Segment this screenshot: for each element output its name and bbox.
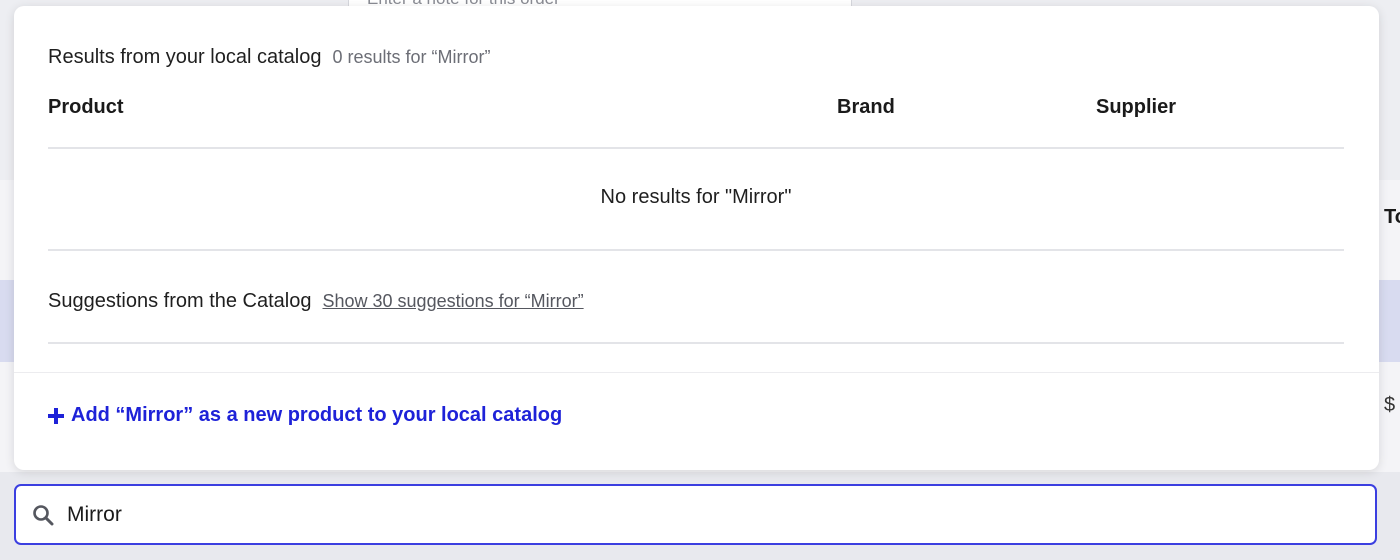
local-results-count: 0 results for “Mirror” xyxy=(332,47,491,67)
empty-results-message: No results for "Mirror" xyxy=(600,186,792,208)
price-fragment: $ xyxy=(1384,394,1396,416)
order-page: Enter a note for this order To $ Results… xyxy=(0,0,1400,560)
column-header-supplier: Supplier xyxy=(1096,96,1177,118)
column-header-brand: Brand xyxy=(837,96,895,118)
results-divider xyxy=(48,249,1344,251)
catalog-suggestions-title: Suggestions from the Catalog xyxy=(48,290,312,312)
add-new-product-label: Add “Mirror” as a new product to your lo… xyxy=(71,404,563,426)
popup-footer-divider xyxy=(14,372,1379,373)
local-results-title: Results from your local catalog xyxy=(48,46,322,68)
product-search-bar[interactable] xyxy=(14,484,1377,545)
show-suggestions-link[interactable]: Show 30 suggestions for “Mirror” xyxy=(323,291,584,312)
search-results-popup: Results from your local catalog 0 result… xyxy=(14,6,1379,470)
table-header-divider xyxy=(48,147,1344,149)
column-header-fragment: To xyxy=(1384,206,1400,228)
column-header-product: Product xyxy=(48,96,124,118)
local-results-header: Results from your local catalog 0 result… xyxy=(48,46,490,69)
add-new-product-link[interactable]: Add “Mirror” as a new product to your lo… xyxy=(48,404,562,427)
catalog-suggestions-header: Suggestions from the Catalog Show 30 sug… xyxy=(48,290,584,313)
suggestions-divider xyxy=(48,342,1344,344)
search-input[interactable] xyxy=(67,494,1317,535)
search-icon xyxy=(33,504,54,525)
plus-icon xyxy=(48,407,64,424)
